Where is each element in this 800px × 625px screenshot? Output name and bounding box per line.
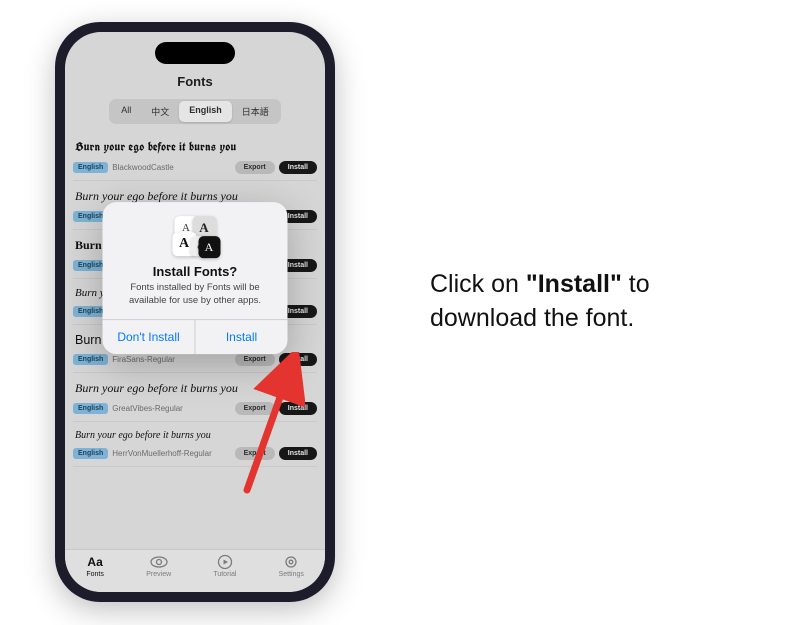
phone-frame: Fonts All中文English日本語 Burn your ego befo… (55, 22, 335, 602)
dialog-buttons: Don't Install Install (103, 319, 288, 354)
instruction-bold: "Install" (526, 270, 622, 298)
dont-install-button[interactable]: Don't Install (103, 320, 196, 354)
dialog-title: Install Fonts? (153, 265, 238, 280)
install-button[interactable]: Install (196, 320, 288, 354)
dynamic-island (155, 42, 235, 64)
phone-screen: Fonts All中文English日本語 Burn your ego befo… (65, 32, 325, 592)
instruction-text: Click on "Install" to download the font. (430, 268, 760, 336)
fonts-app-icon: A A A a A (172, 217, 218, 257)
install-fonts-dialog: A A A a A Install Fonts? Fonts installed… (103, 203, 288, 355)
instruction-pre: Click on (430, 270, 526, 298)
dialog-body: A A A a A Install Fonts? Fonts installed… (103, 203, 288, 320)
dialog-message: Fonts installed by Fonts will be availab… (115, 283, 276, 308)
